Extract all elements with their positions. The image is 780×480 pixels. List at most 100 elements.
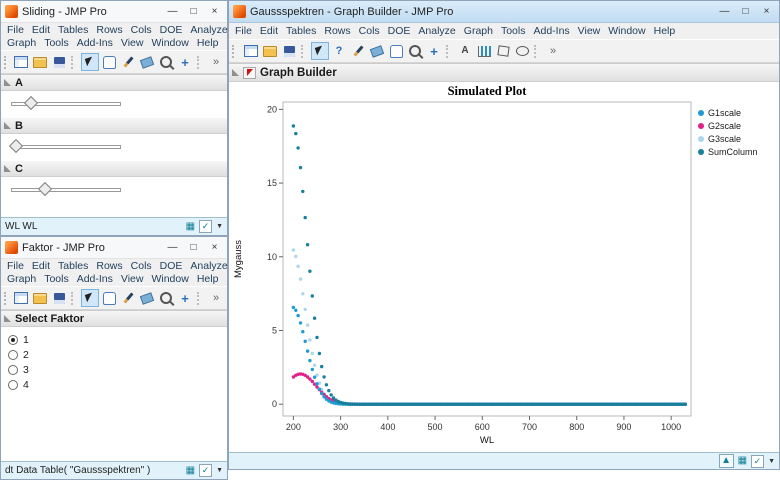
panel-header-b[interactable]: B [1, 118, 227, 134]
menu-file[interactable]: File [3, 24, 28, 37]
checkbox-checked-icon[interactable]: ✓ [199, 220, 212, 233]
radio-icon[interactable] [8, 380, 18, 390]
minimize-button[interactable]: — [162, 4, 183, 19]
menu-tables[interactable]: Tables [282, 24, 320, 39]
menu-tables[interactable]: Tables [54, 260, 92, 273]
open-tool-icon[interactable] [31, 289, 49, 307]
help-tool-icon[interactable]: ? [330, 42, 348, 60]
menu-tools[interactable]: Tools [40, 273, 73, 286]
graph-titlebar[interactable]: Gaussspektren - Graph Builder - JMP Pro … [229, 1, 779, 23]
menu-view[interactable]: View [117, 37, 148, 50]
save-tool-icon[interactable] [280, 42, 298, 60]
menu-analyze[interactable]: Analyze [186, 260, 231, 273]
minimize-button[interactable]: — [162, 240, 183, 255]
grabber-tool-icon[interactable] [100, 53, 118, 71]
menu-edit[interactable]: Edit [256, 24, 282, 39]
menu-window[interactable]: Window [147, 37, 192, 50]
menu-graph[interactable]: Graph [3, 37, 40, 50]
brush-tool-icon[interactable] [349, 42, 367, 60]
menu-edit[interactable]: Edit [28, 260, 54, 273]
menu-tools[interactable]: Tools [497, 24, 530, 39]
disclosure-triangle-icon[interactable] [4, 315, 11, 322]
disclosure-triangle-icon[interactable] [232, 69, 239, 76]
eraser-tool-icon[interactable] [368, 42, 386, 60]
menu-graph[interactable]: Graph [460, 24, 497, 39]
save-tool-icon[interactable] [50, 53, 68, 71]
close-button[interactable]: × [204, 4, 225, 19]
menu-cols[interactable]: Cols [127, 260, 156, 273]
menu-addins[interactable]: Add-Ins [529, 24, 573, 39]
chart-tool-icon[interactable] [475, 42, 493, 60]
radio-option-1[interactable]: 1 [8, 332, 227, 347]
legend-item-G1scale[interactable]: G1scale [698, 108, 741, 118]
overflow-tool-icon[interactable]: » [207, 53, 225, 71]
menu-cols[interactable]: Cols [127, 24, 156, 37]
crosshair-tool-icon[interactable]: + [176, 289, 194, 307]
menu-analyze[interactable]: Analyze [186, 24, 231, 37]
grabber-tool-icon[interactable] [387, 42, 405, 60]
eraser-tool-icon[interactable] [138, 289, 156, 307]
crosshair-tool-icon[interactable]: + [425, 42, 443, 60]
panel-header-a[interactable]: A [1, 75, 227, 91]
radio-option-3[interactable]: 3 [8, 362, 227, 377]
x-axis-label[interactable]: WL [480, 435, 494, 446]
toolbar-grip[interactable] [4, 56, 8, 69]
slider-thumb[interactable] [38, 182, 52, 196]
menu-analyze[interactable]: Analyze [414, 24, 459, 39]
menu-view[interactable]: View [574, 24, 605, 39]
radio-option-4[interactable]: 4 [8, 377, 227, 392]
close-button[interactable]: × [756, 4, 777, 19]
menu-tools[interactable]: Tools [40, 37, 73, 50]
disclosure-triangle-icon[interactable] [4, 122, 11, 129]
checkbox-checked-icon[interactable]: ✓ [199, 464, 212, 477]
menu-doe[interactable]: DOE [156, 24, 187, 37]
legend-item-SumColumn[interactable]: SumColumn [698, 147, 758, 157]
slider-track[interactable] [11, 188, 121, 192]
polygon-tool-icon[interactable] [494, 42, 512, 60]
overflow-tool-icon[interactable]: » [544, 42, 562, 60]
radio-icon[interactable] [8, 335, 18, 345]
brush-tool-icon[interactable] [119, 53, 137, 71]
menu-help[interactable]: Help [650, 24, 680, 39]
save-tool-icon[interactable] [50, 289, 68, 307]
table-icon[interactable]: ▦ [186, 222, 195, 232]
menu-window[interactable]: Window [604, 24, 649, 39]
grabber-tool-icon[interactable] [100, 289, 118, 307]
caret-down-icon[interactable]: ▼ [216, 467, 223, 474]
menu-help[interactable]: Help [193, 37, 223, 50]
crosshair-tool-icon[interactable]: + [176, 53, 194, 71]
menu-rows[interactable]: Rows [92, 260, 126, 273]
radio-icon[interactable] [8, 350, 18, 360]
menu-file[interactable]: File [3, 260, 28, 273]
toolbar-grip[interactable] [232, 45, 238, 58]
faktor-titlebar[interactable]: Faktor - JMP Pro —□× [1, 237, 227, 259]
open-tool-icon[interactable] [261, 42, 279, 60]
plot-area[interactable] [283, 102, 691, 416]
menu-addins[interactable]: Add-Ins [73, 37, 117, 50]
legend-item-G2scale[interactable]: G2scale [698, 121, 741, 131]
close-button[interactable]: × [204, 240, 225, 255]
arrow-tool-icon[interactable]: ◤ [81, 53, 99, 71]
menu-doe[interactable]: DOE [384, 24, 415, 39]
sliding-titlebar[interactable]: Sliding - JMP Pro —□× [1, 1, 227, 23]
toolbar-grip[interactable] [4, 292, 8, 305]
menu-rows[interactable]: Rows [320, 24, 354, 39]
menu-cols[interactable]: Cols [355, 24, 384, 39]
radio-icon[interactable] [8, 365, 18, 375]
graph-builder-header[interactable]: Graph Builder [229, 64, 779, 82]
red-triangle-menu-icon[interactable] [243, 67, 256, 79]
new-data-table-tool-icon[interactable] [12, 53, 30, 71]
menu-help[interactable]: Help [193, 273, 223, 286]
slider-track[interactable] [11, 145, 121, 149]
table-icon[interactable]: ▦ [186, 466, 195, 476]
disclosure-triangle-icon[interactable] [4, 79, 11, 86]
select-faktor-header[interactable]: Select Faktor [1, 311, 227, 327]
y-axis-label[interactable]: Mygauss [233, 240, 244, 278]
simulated-plot-chart[interactable]: Simulated Plot20030040050060070080090010… [229, 82, 779, 452]
brush-tool-icon[interactable] [119, 289, 137, 307]
minimize-button[interactable]: — [714, 4, 735, 19]
arrow-tool-icon[interactable]: ◤ [311, 42, 329, 60]
caret-down-icon[interactable]: ▼ [768, 458, 775, 465]
expand-icon[interactable]: ▲ [719, 454, 734, 468]
annotate-tool-icon[interactable]: A [456, 42, 474, 60]
